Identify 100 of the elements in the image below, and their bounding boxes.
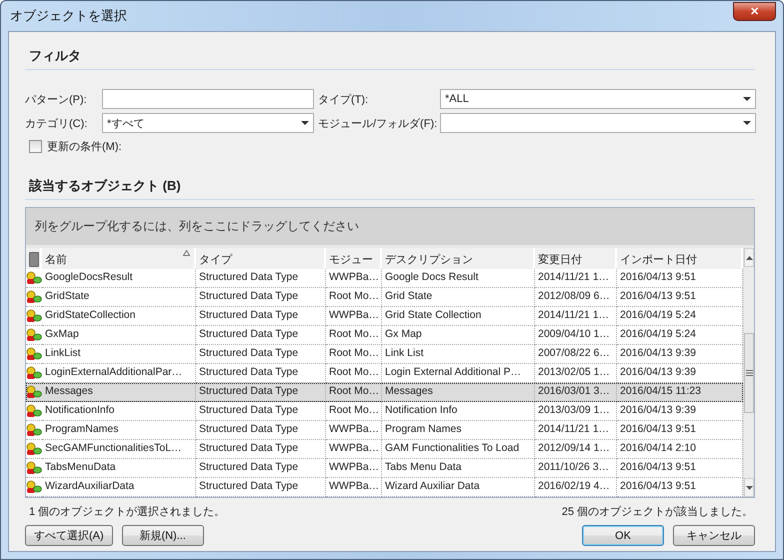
object-icon bbox=[26, 309, 42, 323]
close-button[interactable]: ✕ bbox=[733, 2, 776, 21]
field-label: モジュール/フォルダ(F): bbox=[318, 116, 436, 130]
table-row[interactable]: Messages Structured Data Type Root Mo… Messages 2016/03/01 3… 2016/04/15 11:23 bbox=[26, 383, 743, 402]
object-icon bbox=[26, 385, 42, 399]
table-cell: Notification Info bbox=[382, 402, 535, 421]
table-cell: Structured Data Type bbox=[196, 288, 326, 307]
table-row[interactable]: GridState Structured Data Type Root Mo… Grid State 2012/08/09 6… 2016/04/13 9:51 bbox=[26, 288, 743, 307]
table-cell: Structured Data Type bbox=[196, 402, 326, 421]
table-row[interactable]: ProgramNames Structured Data Type WWPBa… Program Names 2014/11/21 1… 2016/04/13 9:51 bbox=[26, 421, 743, 440]
table-row[interactable]: NotificationInfo Structured Data Type Root Mo… Notification Info 2013/03/09 1… 2016/04/13 9:39 bbox=[26, 402, 743, 421]
table-cell: GoogleDocsResult bbox=[42, 269, 196, 288]
table-cell: 2016/03/01 3… bbox=[535, 383, 617, 402]
table-cell: Root Mo… bbox=[326, 345, 382, 364]
table-cell: WWPBa… bbox=[326, 269, 382, 288]
scroll-up-icon[interactable] bbox=[746, 256, 752, 260]
table-cell: WWPBa… bbox=[326, 440, 382, 459]
table-cell: WizardAuxiliarData bbox=[42, 478, 196, 497]
table-cell: WWPBa… bbox=[326, 421, 382, 440]
column-header[interactable]: タイプ bbox=[196, 248, 326, 269]
selection-status: 1 個のオブジェクトが選択されました。 bbox=[29, 504, 226, 519]
table-cell: WWPBa… bbox=[326, 459, 382, 478]
column-header[interactable]: モジュー bbox=[326, 248, 382, 269]
table-cell: WWPBa… bbox=[326, 307, 382, 326]
object-icon bbox=[26, 290, 42, 304]
window-title: オブジェクトを選択 bbox=[9, 7, 127, 25]
column-header[interactable]: 変更日付 bbox=[535, 248, 617, 269]
object-icon bbox=[26, 404, 42, 418]
field-label: カテゴリ(C): bbox=[25, 116, 88, 130]
column-header[interactable]: 名前 bbox=[42, 248, 196, 269]
grip-icon[interactable] bbox=[746, 370, 752, 376]
table-cell: 2014/11/21 1… bbox=[535, 269, 617, 288]
table-cell: Root Mo… bbox=[326, 402, 382, 421]
dropdown-field[interactable]: *ALL bbox=[440, 89, 756, 109]
object-icon bbox=[26, 442, 42, 456]
dialog-button[interactable]: OK bbox=[582, 525, 664, 546]
table-cell: Program Names bbox=[382, 421, 535, 440]
dialog-button[interactable]: すべて選択(A) bbox=[25, 525, 113, 546]
table-cell: Root Mo… bbox=[326, 326, 382, 345]
table-cell: 2014/11/21 1… bbox=[535, 421, 617, 440]
table-cell: Messages bbox=[382, 383, 535, 402]
table-cell: 2013/03/09 1… bbox=[535, 402, 617, 421]
table-cell: Structured Data Type bbox=[196, 326, 326, 345]
table-cell: Link List bbox=[382, 345, 535, 364]
sort-icon bbox=[183, 250, 190, 256]
table-cell: GxMap bbox=[42, 326, 196, 345]
table-cell: Structured Data Type bbox=[196, 440, 326, 459]
table-cell: Structured Data Type bbox=[196, 307, 326, 326]
table-cell: Grid State bbox=[382, 288, 535, 307]
table-cell: Tabs Menu Data bbox=[382, 459, 535, 478]
table-cell: 2012/08/09 6… bbox=[535, 288, 617, 307]
table-row[interactable]: GoogleDocsResult Structured Data Type WWPBa… Google Docs Result 2014/11/21 1… 2016/04/13 9:51 bbox=[26, 269, 743, 288]
table-row[interactable]: LinkList Structured Data Type Root Mo… Link List 2007/08/22 6… 2016/04/13 9:39 bbox=[26, 345, 743, 364]
dialog-button[interactable]: 新規(N)... bbox=[122, 525, 204, 546]
table-row[interactable]: WizardAuxiliarData Structured Data Type WWPBa… Wizard Auxiliar Data 2016/02/19 4… 2016/04/13 9:51 bbox=[26, 478, 743, 497]
scroll-down-icon[interactable] bbox=[746, 486, 752, 490]
table-cell: 2016/02/19 4… bbox=[535, 478, 617, 497]
table-cell: Root Mo… bbox=[326, 383, 382, 402]
column-header[interactable]: インポート日付 bbox=[617, 248, 743, 269]
table-cell: Google Docs Result bbox=[382, 269, 535, 288]
object-icon bbox=[26, 423, 42, 437]
scrollbar[interactable] bbox=[743, 248, 754, 497]
table-cell: Grid State Collection bbox=[382, 307, 535, 326]
table-cell: Structured Data Type bbox=[196, 459, 326, 478]
table-cell: SecGAMFunctionalitiesToL… bbox=[42, 440, 196, 459]
table-row[interactable]: SecGAMFunctionalitiesToL… Structured Data Type WWPBa… GAM Functionalities To Load 2012/09/14 1… 2016/04/14 2:10 bbox=[26, 440, 743, 459]
table-cell: Structured Data Type bbox=[196, 269, 326, 288]
dropdown-field[interactable]: *すべて bbox=[102, 113, 314, 133]
table-cell: 2007/08/22 6… bbox=[535, 345, 617, 364]
table-cell: GridState bbox=[42, 288, 196, 307]
object-icon bbox=[26, 366, 42, 380]
pattern-field[interactable] bbox=[102, 89, 314, 109]
table-cell: GridStateCollection bbox=[42, 307, 196, 326]
table-cell: 2009/04/10 1… bbox=[535, 326, 617, 345]
table-row[interactable]: GridStateCollection Structured Data Type WWPBa… Grid State Collection 2014/11/21 1… 2016/04/19 5:24 bbox=[26, 307, 743, 326]
table-cell: NotificationInfo bbox=[42, 402, 196, 421]
table-cell: Structured Data Type bbox=[196, 478, 326, 497]
object-icon bbox=[26, 271, 42, 285]
field-label: タイプ(T): bbox=[318, 92, 370, 106]
table-cell: Root Mo… bbox=[326, 288, 382, 307]
checkbox[interactable] bbox=[29, 140, 42, 153]
dropdown-field[interactable] bbox=[440, 113, 756, 133]
table-cell: Structured Data Type bbox=[196, 383, 326, 402]
section-heading: 該当するオブジェクト (B) bbox=[25, 174, 755, 200]
table-cell: 2014/11/21 1… bbox=[535, 307, 617, 326]
table-cell: Structured Data Type bbox=[196, 421, 326, 440]
table-cell: Gx Map bbox=[382, 326, 535, 345]
table-cell: ProgramNames bbox=[42, 421, 196, 440]
table-row[interactable]: GxMap Structured Data Type Root Mo… Gx Map 2009/04/10 1… 2016/04/19 5:24 bbox=[26, 326, 743, 345]
table-cell: LinkList bbox=[42, 345, 196, 364]
table-row[interactable]: TabsMenuData Structured Data Type WWPBa… Tabs Menu Data 2011/10/26 3… 2016/04/13 9:51 bbox=[26, 459, 743, 478]
table-cell: Structured Data Type bbox=[196, 345, 326, 364]
field-label: パターン(P): bbox=[25, 92, 88, 106]
table-cell: TabsMenuData bbox=[42, 459, 196, 478]
group-hint: 列をグループ化するには、列をここにドラッグしてください bbox=[35, 218, 359, 235]
checkbox-label: 更新の条件(M): bbox=[47, 140, 122, 154]
match-status: 25 個のオブジェクトが該当しました。 bbox=[562, 504, 753, 519]
object-icon bbox=[26, 347, 42, 361]
column-header[interactable]: デスクリプション bbox=[382, 248, 535, 269]
dialog-button[interactable]: キャンセル bbox=[673, 525, 755, 546]
